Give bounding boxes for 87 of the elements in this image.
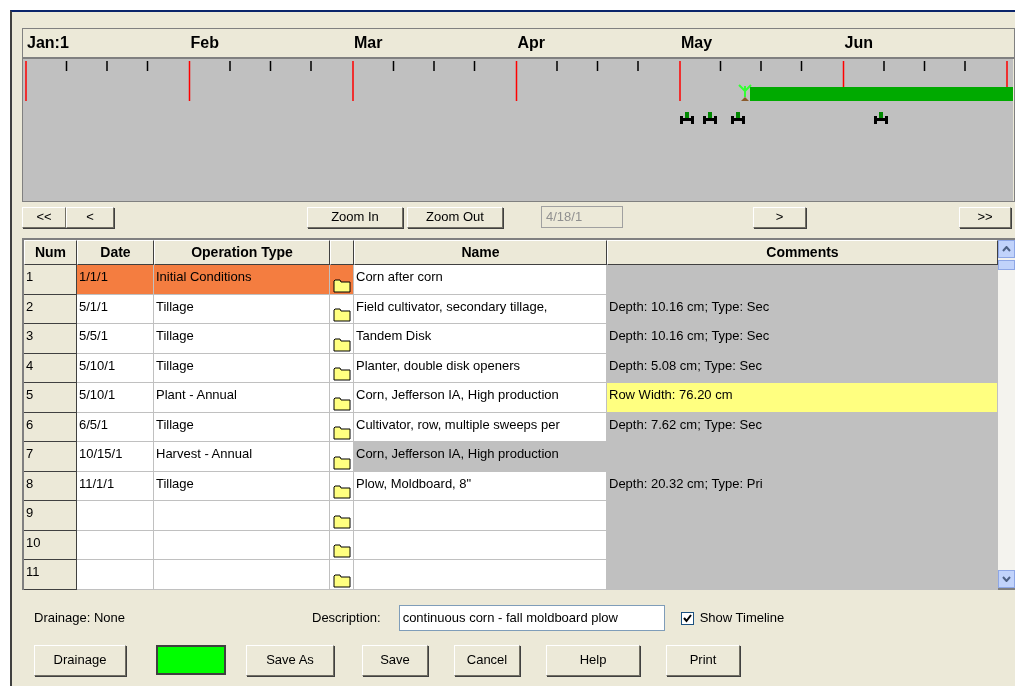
- folder-icon[interactable]: [332, 365, 351, 381]
- row-number[interactable]: 4: [24, 353, 77, 383]
- row-number[interactable]: 10: [24, 530, 77, 560]
- column-header[interactable]: [330, 240, 354, 265]
- checkmark-icon: [682, 613, 692, 623]
- date-cell: 5/1/1: [77, 294, 154, 324]
- folder-icon[interactable]: [332, 306, 351, 322]
- row-number[interactable]: 11: [24, 560, 77, 590]
- operation-type-cell: Tillage: [154, 324, 330, 354]
- row-number[interactable]: 7: [24, 442, 77, 472]
- description-field[interactable]: continuous corn - fall moldboard plow: [398, 605, 665, 631]
- row-number[interactable]: 2: [24, 294, 77, 324]
- name-cell: Field cultivator, secondary tillage,: [354, 294, 607, 324]
- operation-type-cell: Initial Conditions: [154, 265, 330, 295]
- last-page-button[interactable]: >>: [959, 206, 1011, 228]
- show-timeline-label: Show Timeline: [699, 609, 785, 628]
- row-number[interactable]: 8: [24, 471, 77, 501]
- comment-cell: Row Width: 76.20 cm: [607, 383, 998, 413]
- previous-button[interactable]: <: [66, 206, 114, 228]
- drainage-button[interactable]: Drainage: [34, 644, 126, 676]
- name-cell: Planter, double disk openers: [354, 353, 607, 383]
- column-header[interactable]: Num: [24, 240, 77, 265]
- folder-icon[interactable]: [332, 335, 351, 352]
- comment-cell: Depth: 20.32 cm; Type: Pri: [607, 471, 998, 501]
- name-cell: Tandem Disk: [354, 324, 607, 354]
- month-label: May: [681, 34, 713, 51]
- date-cell: 11/1/1: [77, 471, 154, 501]
- name-cell: Corn, Jefferson IA, High production: [354, 383, 607, 413]
- operation-type-cell: Tillage: [154, 294, 330, 324]
- month-label: Jan:1: [27, 34, 69, 51]
- folder-icon[interactable]: [332, 483, 351, 499]
- date-cell: 5/5/1: [77, 324, 154, 354]
- show-timeline-checkbox[interactable]: [680, 611, 694, 625]
- operation-type-cell: Tillage: [154, 471, 330, 501]
- first-page-button[interactable]: <<: [22, 206, 66, 228]
- folder-icon[interactable]: [332, 542, 351, 558]
- name-cell: Cultivator, row, multiple sweeps per: [354, 412, 607, 442]
- column-header[interactable]: Name: [354, 240, 607, 265]
- print-button[interactable]: Print: [666, 644, 740, 676]
- zoom-out-button[interactable]: Zoom Out: [407, 206, 503, 228]
- date-cell: 5/10/1: [77, 383, 154, 413]
- folder-icon[interactable]: [332, 571, 351, 588]
- name-cell: Corn, Jefferson IA, High production: [354, 442, 607, 472]
- row-number[interactable]: 9: [24, 501, 77, 531]
- folder-icon[interactable]: [332, 276, 351, 293]
- column-header[interactable]: Operation Type: [154, 240, 330, 265]
- date-cell: 1/1/1: [77, 265, 154, 295]
- help-button[interactable]: Help: [546, 644, 640, 676]
- operation-type-cell: Tillage: [154, 353, 330, 383]
- folder-icon[interactable]: [332, 512, 351, 529]
- row-number[interactable]: 5: [24, 383, 77, 413]
- month-label: Apr: [517, 34, 546, 51]
- row-number[interactable]: 1: [24, 265, 77, 295]
- month-label: Mar: [354, 34, 383, 51]
- comment-cell: Depth: 10.16 cm; Type: Sec: [607, 324, 998, 354]
- column-header[interactable]: Date: [77, 240, 154, 265]
- folder-icon[interactable]: [332, 394, 351, 411]
- drainage-status: Drainage: None: [34, 609, 127, 628]
- name-cell: Plow, Moldboard, 8": [354, 471, 607, 501]
- comment-cell: Depth: 7.62 cm; Type: Sec: [607, 412, 998, 442]
- scroll-up-icon[interactable]: [1002, 246, 1011, 252]
- next-button[interactable]: >: [753, 206, 806, 228]
- row-number[interactable]: 6: [24, 412, 77, 442]
- description-label: Description:: [312, 609, 381, 628]
- scroll-down-icon[interactable]: [1002, 576, 1011, 582]
- comment-cell: Depth: 10.16 cm; Type: Sec: [607, 294, 998, 324]
- operation-type-cell: Plant - Annual: [154, 383, 330, 413]
- color-swatch-button[interactable]: [156, 645, 226, 675]
- month-label: Feb: [190, 34, 219, 51]
- save-as-button[interactable]: Save As: [246, 644, 334, 676]
- scroll-thumb[interactable]: [998, 260, 1015, 270]
- operation-type-cell: Harvest - Annual: [154, 442, 330, 472]
- date-cell: 6/5/1: [77, 412, 154, 442]
- folder-icon[interactable]: [332, 424, 351, 440]
- row-number[interactable]: 3: [24, 324, 77, 354]
- comment-cell: Depth: 5.08 cm; Type: Sec: [607, 353, 998, 383]
- save-button[interactable]: Save: [362, 644, 428, 676]
- date-cell: 5/10/1: [77, 353, 154, 383]
- cancel-button[interactable]: Cancel: [454, 644, 520, 676]
- scrollbar[interactable]: [998, 240, 1015, 588]
- operation-type-cell: Tillage: [154, 412, 330, 442]
- zoom-in-button[interactable]: Zoom In: [307, 206, 403, 228]
- column-header[interactable]: Comments: [607, 240, 998, 265]
- name-cell: Corn after corn: [354, 265, 607, 295]
- month-label: Jun: [844, 34, 873, 51]
- date-cell: 10/15/1: [77, 442, 154, 472]
- folder-icon[interactable]: [332, 453, 351, 470]
